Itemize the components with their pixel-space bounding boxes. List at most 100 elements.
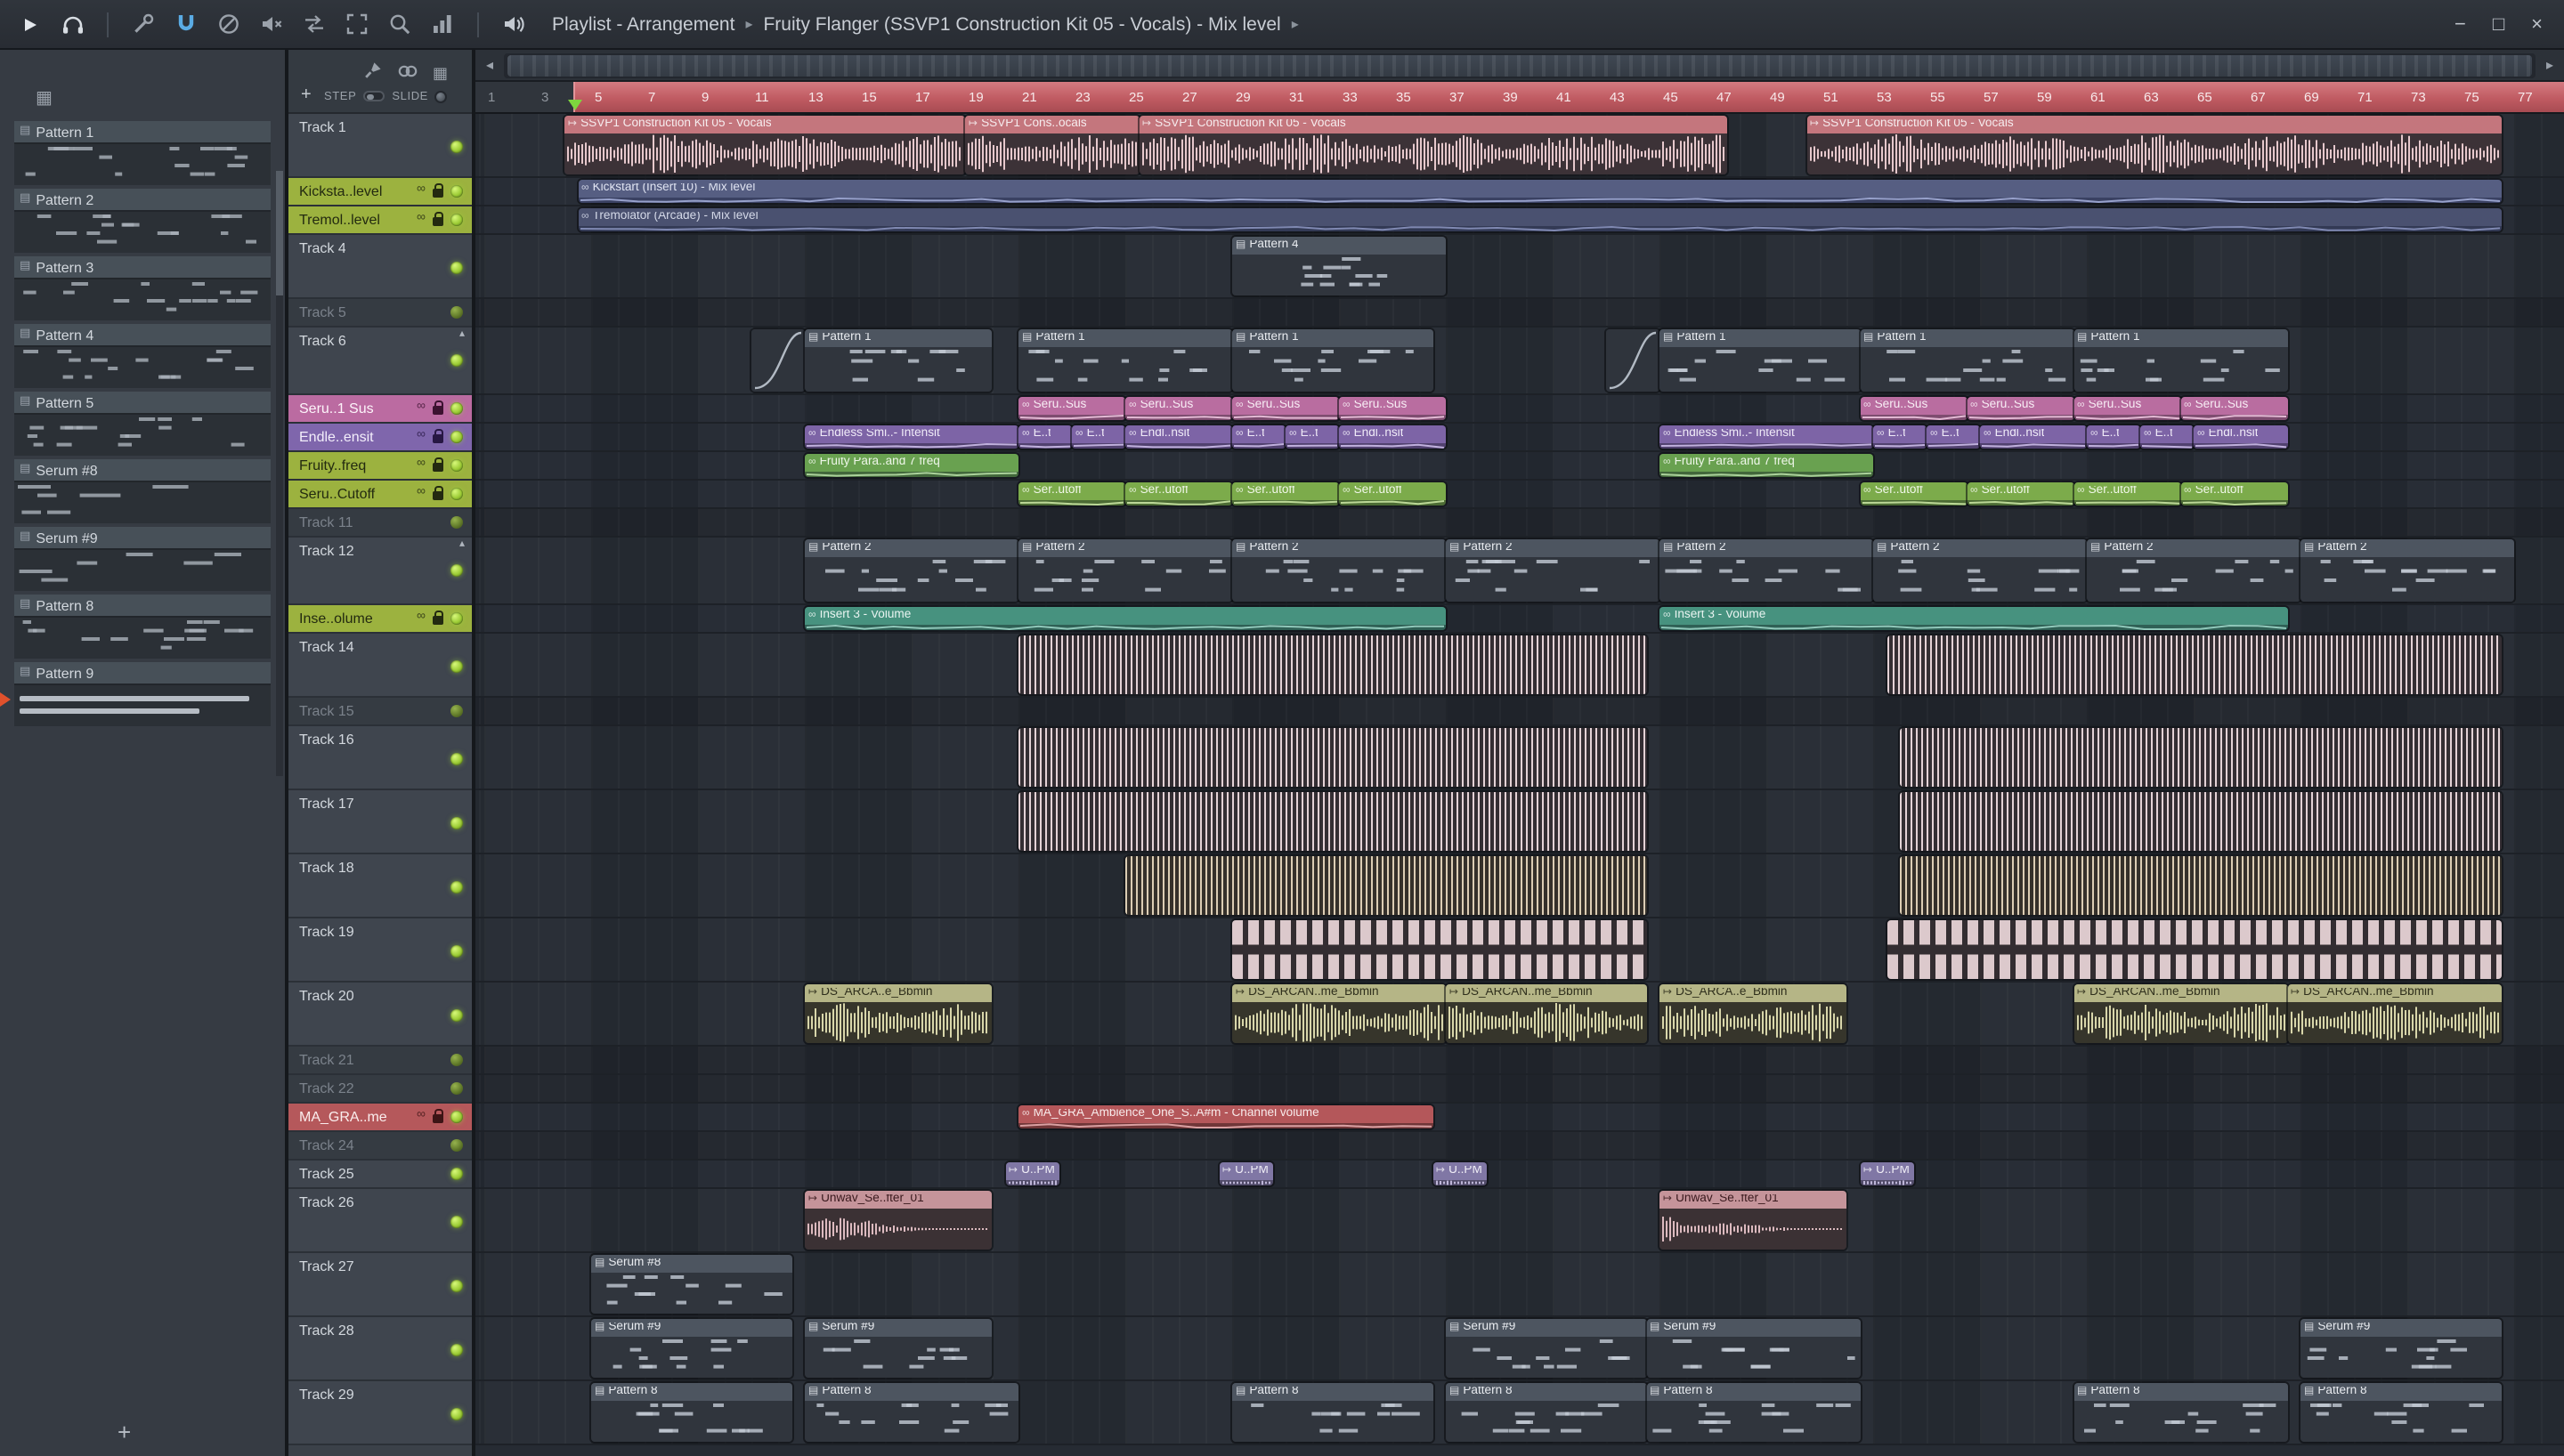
scroll-left-button[interactable]: ◂: [479, 57, 500, 72]
pattern-item-serum-9[interactable]: ▤ Serum #9: [14, 527, 271, 591]
clip-fruity-para-and-7-freq[interactable]: ∞ Fruity Para..and 7 freq: [805, 454, 1018, 477]
pattern-list-scrollbar[interactable]: [276, 171, 283, 776]
clip-blocks[interactable]: [1232, 920, 1646, 979]
link-tool-icon[interactable]: [397, 57, 418, 89]
track-row-track-25[interactable]: Track 25: [288, 1161, 472, 1189]
pattern-item-pattern-1[interactable]: ▤ Pattern 1: [14, 121, 271, 185]
track-led[interactable]: [450, 306, 463, 319]
clip-e-t[interactable]: ∞ E..t: [1232, 425, 1286, 449]
track-row-track-4[interactable]: Track 4: [288, 235, 472, 299]
track-led[interactable]: [450, 185, 463, 198]
track-row-track-16[interactable]: Track 16: [288, 726, 472, 790]
slide-toggle[interactable]: [434, 90, 448, 102]
track-row-track-17[interactable]: Track 17: [288, 790, 472, 854]
grid-row-track-14[interactable]: [475, 634, 2564, 698]
clip-kickstart-insert-10-mix-level[interactable]: ∞ Kickstart (Insert 10) - Mix level: [578, 180, 2501, 203]
clip-pattern-1[interactable]: ▤ Pattern 1: [1860, 329, 2073, 392]
scroll-right-button[interactable]: ▸: [2539, 57, 2560, 72]
grid-row-seru-1-sus[interactable]: ∞ Seru..Sus ∞ Seru..Sus ∞ Seru..Sus ∞ Seru..Sus…: [475, 395, 2564, 424]
clip-unwav-se-fter-01[interactable]: ↦ Unwav_Se..fter_01: [805, 1191, 992, 1250]
track-led[interactable]: [450, 1408, 463, 1420]
grid-row-track-26[interactable]: ↦ Unwav_Se..fter_01 ↦ Unwav_Se..fter_01: [475, 1189, 2564, 1253]
clip-e-t[interactable]: ∞ E..t: [1072, 425, 1125, 449]
grid-row-track-24[interactable]: [475, 1132, 2564, 1161]
clip-pattern-1[interactable]: ▤ Pattern 1: [2073, 329, 2287, 392]
main-menu-icon[interactable]: [14, 9, 45, 39]
clip-endl-nsit[interactable]: ∞ Endl..nsit: [1339, 425, 1446, 449]
close-button[interactable]: ×: [2531, 13, 2543, 35]
grid-row-kicksta-level[interactable]: ∞ Kickstart (Insert 10) - Mix level: [475, 178, 2564, 206]
timeline-ruler[interactable]: 1 3 5 7 9 11 13 15 17 19 21 23 25 27 29 31 33 35 37 39 41 43 4…: [475, 82, 2564, 114]
track-row-track-15[interactable]: Track 15: [288, 698, 472, 726]
grid-row-track-12[interactable]: ▤ Pattern 2 ▤ Pattern 2 ▤ Pattern 2 ▤ Pattern 2…: [475, 538, 2564, 605]
clip-ser-utoff[interactable]: ∞ Ser..utoff: [1232, 482, 1339, 506]
clip-pattern-2[interactable]: ▤ Pattern 2: [2300, 539, 2514, 602]
clip-ds-arcan-me-bbmin[interactable]: ↦ DS_ARCAN..me_Bbmin: [1232, 984, 1446, 1043]
grid-row-track-17[interactable]: [475, 790, 2564, 854]
track-row-track-22[interactable]: Track 22: [288, 1075, 472, 1104]
clip-insert-3-volume[interactable]: ∞ Insert 3 - Volume: [1659, 607, 2287, 630]
clip-ssvp1-construction-kit-05-vocals[interactable]: ↦ SSVP1 Construction Kit 05 - Vocals: [564, 116, 965, 174]
clip-stripes[interactable]: [1886, 635, 2501, 694]
track-row-track-20[interactable]: Track 20: [288, 983, 472, 1047]
clip-seru-sus[interactable]: ∞ Seru..Sus: [2073, 397, 2180, 420]
clip-ds-arcan-me-bbmin[interactable]: ↦ DS_ARCAN..me_Bbmin: [2073, 984, 2287, 1043]
clip-u-pm[interactable]: ↦ U..PM: [1432, 1162, 1486, 1185]
track-led[interactable]: [450, 564, 463, 577]
clip-e-t[interactable]: ∞ E..t: [1286, 425, 1339, 449]
track-row-track-28[interactable]: Track 28: [288, 1317, 472, 1381]
track-led[interactable]: [450, 459, 463, 472]
track-row-track-12[interactable]: Track 12 ▴: [288, 538, 472, 605]
monitor-speaker-icon[interactable]: [499, 9, 529, 39]
clip-u-pm[interactable]: ↦ U..PM: [1005, 1162, 1059, 1185]
track-led[interactable]: [450, 431, 463, 443]
horizontal-scrollbar[interactable]: [504, 53, 2536, 77]
track-led[interactable]: [450, 1009, 463, 1022]
clip-insert-3-volume[interactable]: ∞ Insert 3 - Volume: [805, 607, 1446, 630]
clip-seru-sus[interactable]: ∞ Seru..Sus: [1232, 397, 1339, 420]
clip-ssvp1-construction-kit-05-vocals[interactable]: ↦ SSVP1 Construction Kit 05 - Vocals: [1139, 116, 1726, 174]
clip-pattern-1[interactable]: ▤ Pattern 1: [1659, 329, 1860, 392]
track-led[interactable]: [450, 817, 463, 829]
clip-ser-utoff[interactable]: ∞ Ser..utoff: [1860, 482, 1967, 506]
pattern-item-pattern-3[interactable]: ▤ Pattern 3: [14, 256, 271, 320]
plugin-wrench-icon[interactable]: [128, 9, 158, 39]
clip-unwav-se-fter-01[interactable]: ↦ Unwav_Se..fter_01: [1659, 1191, 1846, 1250]
clip-blocks[interactable]: [1886, 920, 2501, 979]
clip-stripes[interactable]: [1125, 856, 1646, 915]
track-row-track-18[interactable]: Track 18: [288, 854, 472, 918]
breadcrumb-segment[interactable]: Playlist - Arrangement: [552, 13, 734, 35]
clip-ser-utoff[interactable]: ∞ Ser..utoff: [1125, 482, 1232, 506]
clip-e-t[interactable]: ∞ E..t: [1018, 425, 1072, 449]
grid-row-track-19[interactable]: [475, 918, 2564, 983]
clip-seru-sus[interactable]: ∞ Seru..Sus: [1339, 397, 1446, 420]
track-led[interactable]: [450, 402, 463, 415]
grid-row-fruity-freq[interactable]: ∞ Fruity Para..and 7 freq ∞ Fruity Para..an…: [475, 452, 2564, 481]
track-row-track-26[interactable]: Track 26: [288, 1189, 472, 1253]
headphones-icon[interactable]: [57, 9, 87, 39]
clip-endl-nsit[interactable]: ∞ Endl..nsit: [2194, 425, 2287, 449]
track-led[interactable]: [450, 141, 463, 153]
clip-pattern-8[interactable]: ▤ Pattern 8: [805, 1383, 1018, 1442]
pattern-length-icon[interactable]: ▦: [433, 64, 448, 81]
clip-serum-9[interactable]: ▤ Serum #9: [591, 1319, 791, 1378]
grid-row-track-29[interactable]: ▤ Pattern 8 ▤ Pattern 8 ▤ Pattern 8 ▤ Pattern 8…: [475, 1381, 2564, 1445]
track-led[interactable]: [450, 214, 463, 226]
clip-pattern-8[interactable]: ▤ Pattern 8: [591, 1383, 791, 1442]
zoom-icon[interactable]: [385, 9, 415, 39]
track-row-tremol-level[interactable]: Tremol..level ∞: [288, 206, 472, 235]
clip-e-t[interactable]: ∞ E..t: [1873, 425, 1927, 449]
track-led[interactable]: [450, 1054, 463, 1066]
grid-row-track-20[interactable]: ↦ DS_ARCA..e_Bbmin ↦ DS_ARCAN..me_Bbmin ↦ DS_…: [475, 983, 2564, 1047]
fullscreen-icon[interactable]: [342, 9, 372, 39]
track-row-inse-olume[interactable]: Inse..olume ∞: [288, 605, 472, 634]
track-row-track-6[interactable]: Track 6 ▴: [288, 328, 472, 395]
track-led[interactable]: [450, 612, 463, 625]
clip-e-t[interactable]: ∞ E..t: [2140, 425, 2194, 449]
clip-pattern-2[interactable]: ▤ Pattern 2: [2087, 539, 2300, 602]
grid-row-seru-cutoff[interactable]: ∞ Ser..utoff ∞ Ser..utoff ∞ Ser..utoff ∞ Ser..u…: [475, 481, 2564, 509]
track-led[interactable]: [450, 354, 463, 367]
clip-pattern-1[interactable]: ▤ Pattern 1: [1232, 329, 1432, 392]
pattern-item-pattern-4[interactable]: ▤ Pattern 4: [14, 324, 271, 388]
clip-endless-smi-intensit[interactable]: ∞ Endless Smi..- Intensit: [1659, 425, 1873, 449]
